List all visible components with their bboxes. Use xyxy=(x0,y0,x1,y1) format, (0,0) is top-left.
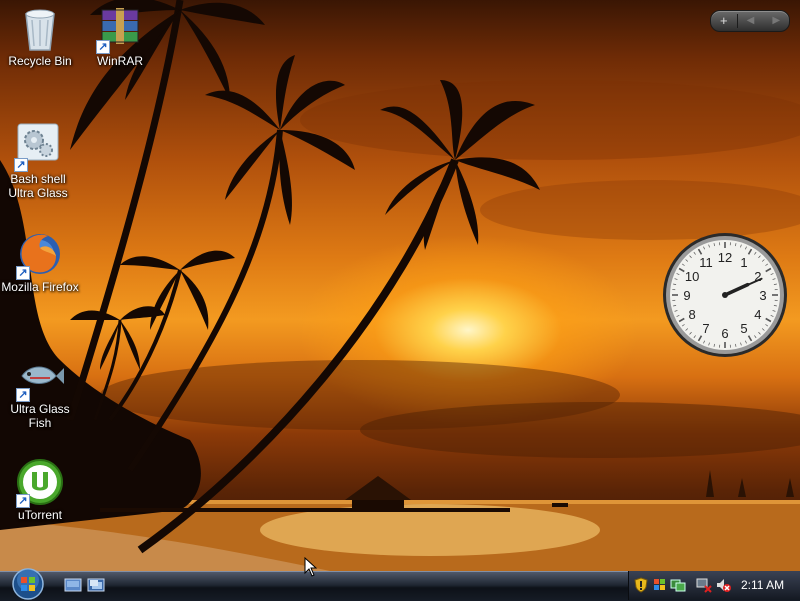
gears-icon: ↗ xyxy=(14,122,62,170)
network-icon[interactable] xyxy=(670,577,686,593)
shortcut-arrow-icon: ↗ xyxy=(16,266,30,280)
desktop-icon-ultra-glass-fish[interactable]: ↗ Ultra Glass Fish xyxy=(0,352,80,430)
desktop-icon-label-line1: Bash shell xyxy=(0,172,78,186)
next-page-button[interactable]: ▶ xyxy=(763,11,789,31)
desktop-icon-bash-shell[interactable]: ↗ Bash shell Ultra Glass xyxy=(0,122,78,200)
fish-icon: ↗ xyxy=(16,352,64,400)
clock-number: 9 xyxy=(683,288,690,303)
desktop-icon-winrar[interactable]: ↗ WinRAR xyxy=(80,4,160,68)
volume-muted-icon[interactable] xyxy=(715,577,731,593)
analog-clock: 121234567891011 xyxy=(662,232,788,358)
shortcut-arrow-icon: ↗ xyxy=(16,494,30,508)
clock-number: 10 xyxy=(685,269,699,284)
network-disconnected-icon[interactable] xyxy=(696,577,712,593)
previous-page-button[interactable]: ◀ xyxy=(738,11,764,31)
desktop-icon-label: Recycle Bin xyxy=(0,54,80,68)
clock-number: 3 xyxy=(759,288,766,303)
clock-number: 8 xyxy=(688,307,695,322)
switch-windows-icon[interactable] xyxy=(87,577,105,593)
firefox-icon: ↗ xyxy=(16,230,64,278)
clock-number: 5 xyxy=(740,321,747,336)
desktop-icon-label-line1: Ultra Glass xyxy=(0,402,80,416)
clock-number: 6 xyxy=(721,326,728,341)
winrar-icon: ↗ xyxy=(96,4,144,52)
desktop-icon-label-line2: Fish xyxy=(0,416,80,430)
desktop-icon-label: Mozilla Firefox xyxy=(0,280,80,294)
desktop-icon-firefox[interactable]: ↗ Mozilla Firefox xyxy=(0,230,80,294)
mouse-cursor-icon xyxy=(304,557,318,577)
start-button[interactable] xyxy=(8,566,48,600)
clock-number: 1 xyxy=(740,255,747,270)
recycle-bin-icon xyxy=(16,4,64,52)
clock-number: 4 xyxy=(754,307,761,322)
show-desktop-icon[interactable] xyxy=(64,577,82,593)
shortcut-arrow-icon: ↗ xyxy=(14,158,28,172)
taskbar-clock[interactable]: 2:11 AM xyxy=(741,578,784,592)
desktop-icon-label: WinRAR xyxy=(80,54,160,68)
clock-gadget[interactable]: 121234567891011 xyxy=(662,232,788,358)
security-shield-icon[interactable] xyxy=(633,577,649,593)
add-gadget-button[interactable]: + xyxy=(711,11,737,31)
desktop-icon-label-line2: Ultra Glass xyxy=(0,186,78,200)
clock-number: 12 xyxy=(718,250,732,265)
shortcut-arrow-icon: ↗ xyxy=(96,40,110,54)
desktop-icon-recycle-bin[interactable]: Recycle Bin xyxy=(0,4,80,68)
sidebar-gadget-controls: + ◀ ▶ xyxy=(710,10,790,32)
desktop-icon-utorrent[interactable]: ↗ uTorrent xyxy=(0,458,80,522)
desktop-icon-label: uTorrent xyxy=(0,508,80,522)
utorrent-icon: ↗ xyxy=(16,458,64,506)
clock-number: 11 xyxy=(699,255,713,270)
clock-number: 7 xyxy=(702,321,709,336)
shortcut-arrow-icon: ↗ xyxy=(16,388,30,402)
windows-update-icon[interactable] xyxy=(652,577,668,593)
